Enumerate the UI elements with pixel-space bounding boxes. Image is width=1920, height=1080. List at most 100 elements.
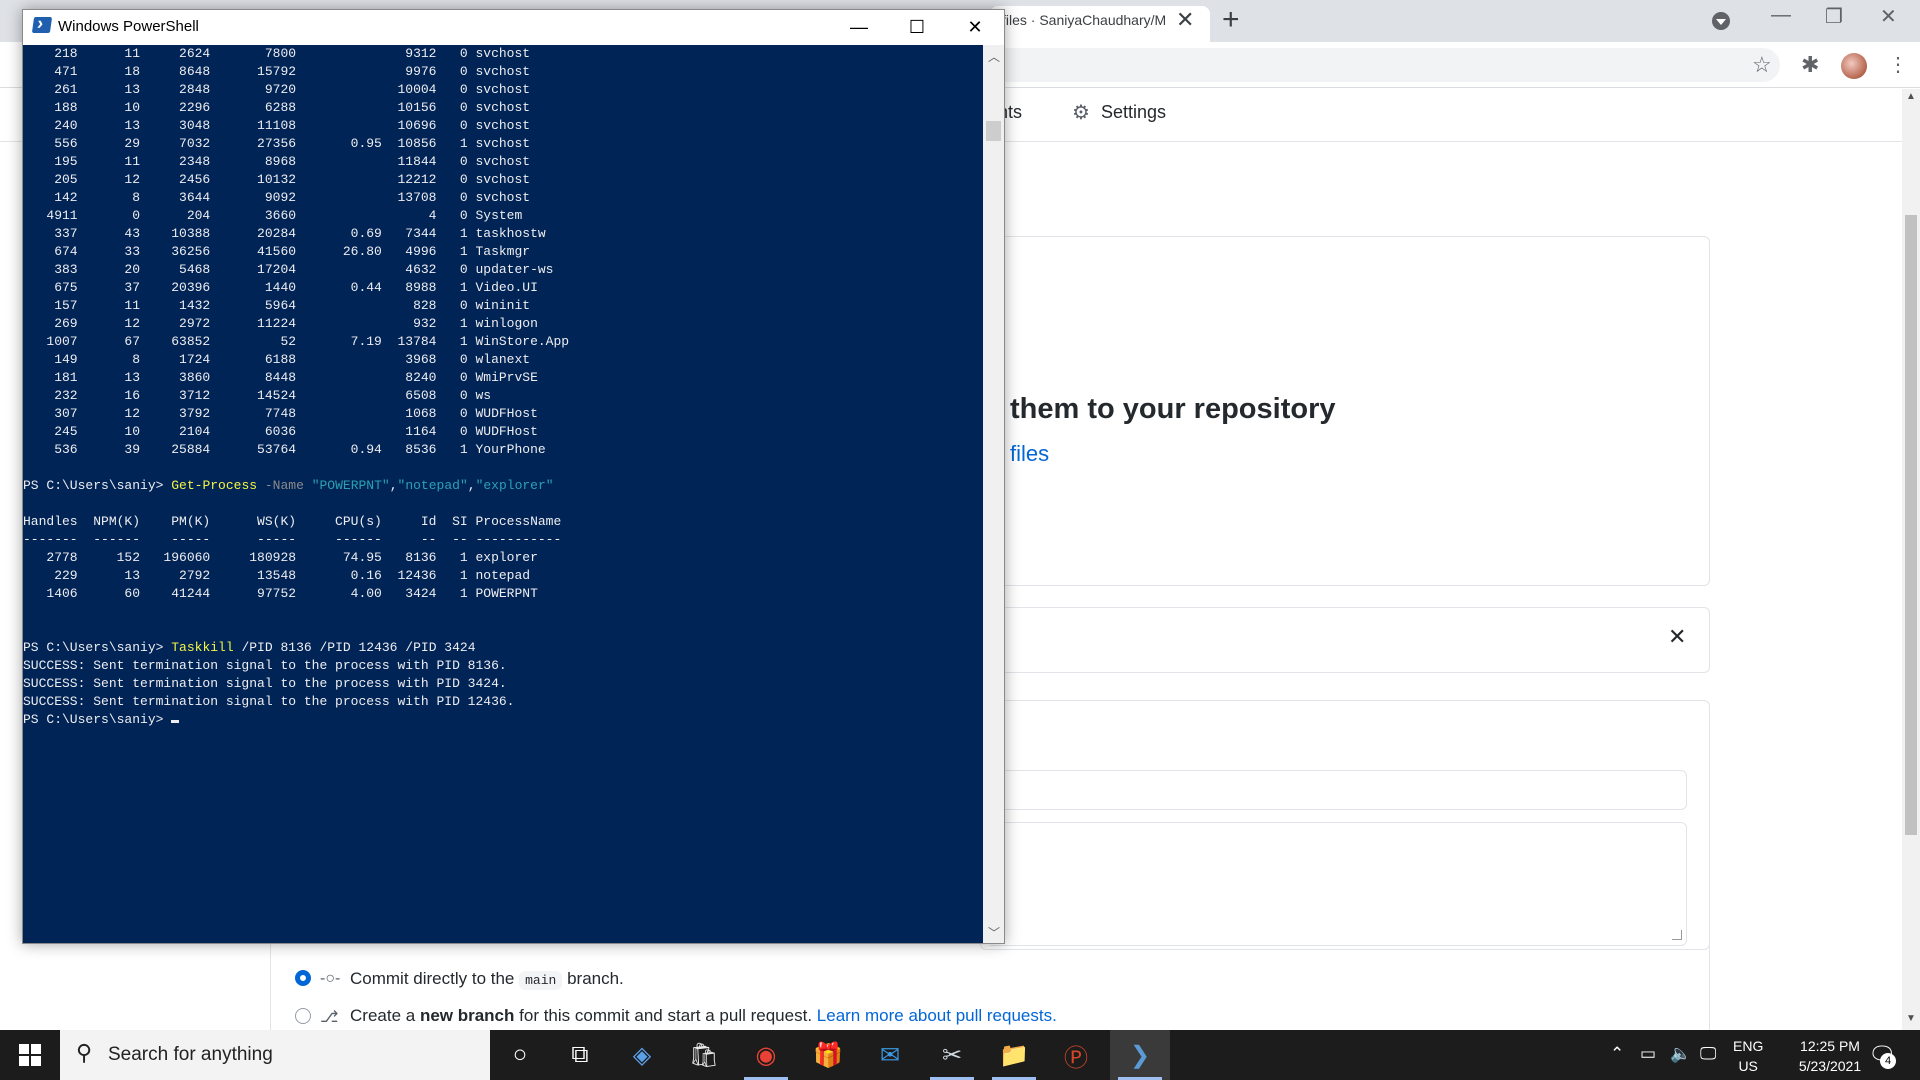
powershell-icon: [31, 17, 53, 33]
result-line: SUCCESS: Sent termination signal to the …: [23, 694, 515, 709]
windows-logo-icon: [19, 1044, 41, 1066]
resize-grip[interactable]: [1672, 930, 1682, 940]
process-row: 218 11 2624 7800 9312 0 svchost: [54, 46, 531, 61]
powerpoint-icon[interactable]: Ⓟ: [1046, 1030, 1106, 1080]
table-row: 229 13 2792 13548 0.16 12436 1 notepad: [54, 568, 531, 583]
file-list-card: [980, 607, 1710, 673]
scroll-up-arrow-icon[interactable]: ︿: [988, 48, 1000, 65]
process-row: 675 37 20396 1440 0.44 8988 1 Video.UI: [54, 280, 538, 295]
gear-icon[interactable]: ⚙: [1072, 100, 1090, 125]
battery-icon[interactable]: ▭: [1640, 1044, 1656, 1064]
maximize-button[interactable]: ☐: [888, 10, 946, 45]
process-row: 307 12 3792 7748 1068 0 WUDFHost: [54, 406, 538, 421]
process-row: 195 11 2348 8968 11844 0 svchost: [54, 154, 531, 169]
prompt: PS C:\Users\saniy>: [23, 712, 172, 727]
process-row: 556 29 7032 27356 0.95 10856 1 svchost: [54, 136, 531, 151]
tab-close-button[interactable]: ✕: [1176, 7, 1194, 33]
result-line: SUCCESS: Sent termination signal to the …: [23, 676, 507, 691]
network-icon[interactable]: 🖵: [1700, 1044, 1716, 1064]
minimize-icon[interactable]: —: [1771, 4, 1791, 27]
bookmark-star-icon[interactable]: ☆: [1752, 52, 1772, 78]
commit-direct-radio[interactable]: [295, 970, 311, 986]
commit-summary-input[interactable]: [990, 770, 1687, 810]
command-arg: "notepad": [397, 478, 468, 493]
tab-search-icon[interactable]: [1712, 12, 1730, 30]
process-row: 536 39 25884 53764 0.94 8536 1 YourPhone: [23, 442, 546, 457]
minimize-button[interactable]: —: [830, 10, 888, 45]
file-explorer-icon[interactable]: 📁: [984, 1030, 1044, 1080]
taskbar-search-box[interactable]: ⚲ Search for anything: [60, 1030, 490, 1080]
upload-heading: them to your repository: [1010, 393, 1336, 425]
table-row: 1406 60 41244 97752 4.00 3424 1 POWERPNT: [23, 586, 538, 601]
tab-settings[interactable]: Settings: [1101, 102, 1166, 123]
ms-edge-legacy-icon[interactable]: ◈: [612, 1030, 672, 1080]
process-row: 674 33 36256 41560 26.80 4996 1 Taskmgr: [54, 244, 531, 259]
new-tab-button[interactable]: +: [1222, 3, 1240, 37]
lang-code: ENG: [1733, 1038, 1764, 1054]
close-button[interactable]: ✕: [946, 10, 1004, 45]
scroll-thumb[interactable]: [1905, 215, 1917, 835]
git-commit-icon: -○-: [320, 970, 341, 987]
scroll-thumb[interactable]: [986, 121, 1001, 141]
prompt: PS C:\Users\saniy>: [23, 478, 172, 493]
gift-icon[interactable]: 🎁: [798, 1030, 858, 1080]
learn-more-link[interactable]: Learn more about pull requests.: [817, 1006, 1057, 1025]
process-row: 4911 0 204 3660 4 0 System: [46, 208, 523, 223]
process-row: 157 11 1432 5964 828 0 wininit: [54, 298, 531, 313]
window-title: Windows PowerShell: [58, 18, 199, 35]
text-cursor: [171, 720, 180, 723]
choose-files-link[interactable]: files: [1010, 441, 1049, 467]
process-row: 188 10 2296 6288 10156 0 svchost: [54, 100, 531, 115]
process-rows: 218 11 2624 7800 9312 0 svchost 471 18 8…: [23, 46, 569, 457]
powershell-titlebar[interactable]: Windows PowerShell — ☐ ✕: [23, 10, 1004, 45]
cortana-icon[interactable]: ○: [490, 1030, 550, 1080]
process-row: 383 20 5468 17204 4632 0 updater-ws: [54, 262, 554, 277]
prompt: PS C:\Users\saniy>: [23, 640, 172, 655]
lang-region: US: [1738, 1058, 1758, 1074]
process-row: 471 18 8648 15792 9976 0 svchost: [54, 64, 531, 79]
input-language[interactable]: ENG US: [1733, 1036, 1763, 1076]
process-row: 181 13 3860 8448 8240 0 WmiPrvSE: [54, 370, 538, 385]
process-row: 149 8 1724 6188 3968 0 wlanext: [54, 352, 531, 367]
process-row: 240 13 3048 11108 10696 0 svchost: [54, 118, 531, 133]
scroll-down-arrow-icon[interactable]: ▼: [1906, 1013, 1916, 1024]
process-row: 232 16 3712 14524 6508 0 ws: [54, 388, 492, 403]
taskbar: ⚲ Search for anything ○ ⧉ ◈ 🛍 ◉ 🎁 ✉ ✂ 📁 …: [0, 1030, 1920, 1080]
menu-dots-icon[interactable]: ⋮: [1888, 52, 1908, 77]
store-icon[interactable]: 🛍: [674, 1030, 734, 1080]
show-hidden-icons-icon[interactable]: ⌃: [1610, 1044, 1624, 1064]
start-button[interactable]: [0, 1030, 60, 1080]
page-scrollbar[interactable]: ▲ ▼: [1902, 89, 1920, 1030]
card-close-button[interactable]: ✕: [1668, 624, 1686, 650]
mail-icon[interactable]: ✉: [860, 1030, 920, 1080]
scroll-down-arrow-icon[interactable]: ﹀: [988, 924, 1000, 941]
close-icon[interactable]: ✕: [1880, 4, 1897, 29]
console-text: 218 11 2624 7800 9312 0 svchost 471 18 8…: [23, 46, 570, 727]
powershell-taskbar-icon[interactable]: ❯: [1110, 1030, 1170, 1080]
restore-icon[interactable]: ❐: [1825, 4, 1843, 29]
result-line: SUCCESS: Sent termination signal to the …: [23, 658, 507, 673]
console-output[interactable]: 218 11 2624 7800 9312 0 svchost 471 18 8…: [23, 45, 983, 943]
address-bar[interactable]: [990, 48, 1780, 82]
notification-count-badge: 4: [1880, 1053, 1896, 1069]
chrome-icon[interactable]: ◉: [736, 1030, 796, 1080]
commit-description-textarea[interactable]: [990, 822, 1687, 946]
new-branch-radio[interactable]: [295, 1008, 311, 1024]
command-param: -Name: [264, 478, 304, 493]
snipping-tool-icon[interactable]: ✂: [922, 1030, 982, 1080]
search-icon: ⚲: [76, 1040, 93, 1065]
new-branch-label: Create a new branch for this commit and …: [350, 1006, 1057, 1025]
extensions-icon[interactable]: ✱: [1801, 52, 1819, 78]
scroll-up-arrow-icon[interactable]: ▲: [1906, 91, 1916, 102]
process-row: 261 13 2848 9720 10004 0 svchost: [54, 82, 531, 97]
branch-name: main: [519, 971, 563, 990]
console-scrollbar[interactable]: ︿ ﹀: [983, 45, 1004, 943]
process-row: 337 43 10388 20284 0.69 7344 1 taskhostw: [54, 226, 546, 241]
profile-avatar[interactable]: [1841, 53, 1867, 79]
git-pull-request-icon: ⎇: [320, 1009, 339, 1026]
command-arg: "explorer": [475, 478, 554, 493]
commit-direct-label: Commit directly to the main branch.: [350, 969, 624, 990]
tab-title[interactable]: files · SaniyaChaudhary/M: [1002, 12, 1174, 28]
task-view-icon[interactable]: ⧉: [550, 1030, 610, 1080]
volume-icon[interactable]: 🔈: [1670, 1044, 1691, 1064]
